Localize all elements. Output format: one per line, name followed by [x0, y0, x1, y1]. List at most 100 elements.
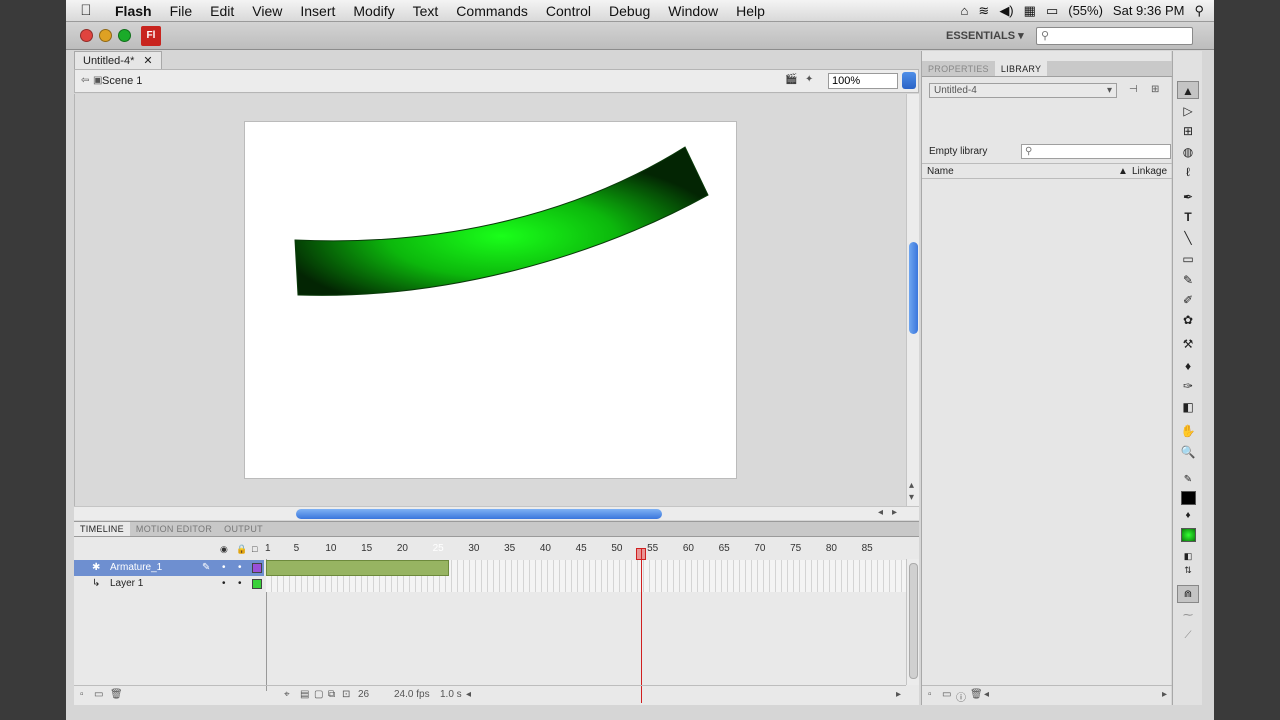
scene-label[interactable]: Scene 1 — [102, 75, 142, 87]
apple-icon[interactable]:  — [66, 2, 106, 19]
swap-colors-icon[interactable]: ⇅ — [1177, 561, 1199, 579]
tab-motion-editor[interactable]: MOTION EDITOR — [130, 522, 218, 536]
bone-tool-icon[interactable]: ⚒ — [1177, 335, 1199, 353]
menu-view[interactable]: View — [243, 3, 291, 19]
pen-tool-icon[interactable]: ✒ — [1177, 188, 1199, 206]
pin-library-icon[interactable]: ⊣ — [1129, 84, 1138, 95]
scroll-left-arrow-icon[interactable]: ◂ — [878, 507, 883, 518]
help-search-input[interactable]: ⚲ — [1036, 27, 1193, 45]
layer-name-layer1[interactable]: Layer 1 — [110, 576, 143, 592]
stage-horizontal-thumb[interactable] — [296, 509, 662, 519]
clock[interactable]: Sat 9:36 PM — [1113, 3, 1185, 18]
spotlight-icon[interactable]: ⚲ — [1194, 3, 1204, 19]
menu-control[interactable]: Control — [537, 3, 600, 19]
edit-scene-icon[interactable]: 🎬 — [785, 74, 797, 85]
menu-help[interactable]: Help — [727, 3, 774, 19]
zoom-tool-icon[interactable]: 🔍 — [1177, 443, 1199, 461]
scroll-left-arrow-icon[interactable]: ◂ — [984, 689, 989, 700]
deco-tool-icon[interactable]: ✿ — [1177, 311, 1199, 329]
timeline-vertical-thumb[interactable] — [909, 563, 918, 679]
battery-icon[interactable]: ▭ — [1046, 3, 1058, 19]
tab-library[interactable]: LIBRARY — [994, 61, 1048, 76]
menu-app-name[interactable]: Flash — [106, 3, 161, 19]
stage[interactable] — [244, 121, 737, 479]
properties-icon[interactable]: ⓘ — [956, 689, 966, 704]
smooth-icon[interactable]: ⁓ — [1177, 607, 1199, 625]
menu-file[interactable]: File — [161, 3, 202, 19]
tab-timeline[interactable]: TIMELINE — [74, 522, 130, 536]
timeline-vertical-scrollbar[interactable] — [906, 559, 919, 685]
new-library-panel-icon[interactable]: ⊞ — [1151, 84, 1159, 95]
tab-output[interactable]: OUTPUT — [218, 522, 269, 536]
visible-dot[interactable]: • — [222, 560, 226, 576]
armature-pose-span[interactable] — [266, 560, 449, 576]
paint-bucket-tool-icon[interactable]: ♦ — [1177, 357, 1199, 375]
visible-dot[interactable]: • — [222, 576, 226, 592]
sort-icon[interactable]: ▲ — [1118, 164, 1128, 179]
menu-edit[interactable]: Edit — [201, 3, 243, 19]
selection-tool-icon[interactable]: ▲ — [1177, 81, 1199, 99]
menu-modify[interactable]: Modify — [344, 3, 403, 19]
menu-window[interactable]: Window — [659, 3, 727, 19]
scroll-right-arrow-icon[interactable]: ▸ — [1162, 689, 1167, 700]
scroll-right-arrow-icon[interactable]: ▸ — [892, 507, 897, 518]
stage-vertical-scrollbar[interactable]: ▴ ▾ — [906, 94, 919, 506]
lock-icon[interactable]: 🔒 — [236, 544, 247, 555]
zoom-window-button[interactable] — [118, 29, 131, 42]
stage-horizontal-scrollbar[interactable]: ◂ ▸ — [74, 506, 919, 520]
menu-text[interactable]: Text — [404, 3, 448, 19]
tab-properties[interactable]: PROPERTIES — [922, 61, 995, 76]
onion-skin-icon[interactable]: ▤ — [300, 689, 309, 700]
playhead[interactable] — [641, 548, 642, 703]
home-icon[interactable]: ⌂ — [961, 3, 969, 18]
show-hide-icon[interactable]: ◉ — [220, 544, 228, 555]
outline-icon[interactable]: □ — [252, 544, 257, 554]
stage-vertical-thumb[interactable] — [909, 242, 918, 334]
minimize-window-button[interactable] — [99, 29, 112, 42]
frame-rate[interactable]: 24.0 fps — [394, 689, 430, 700]
menu-commands[interactable]: Commands — [447, 3, 537, 19]
new-folder-icon[interactable]: ▭ — [94, 689, 103, 700]
onion-markers-icon[interactable]: ⊡ — [342, 689, 350, 700]
lock-dot[interactable]: • — [238, 576, 242, 592]
pencil-tool-icon[interactable]: ✎ — [1177, 271, 1199, 289]
wifi-icon[interactable]: ≋ — [978, 3, 989, 19]
eraser-tool-icon[interactable]: ◧ — [1177, 398, 1199, 416]
eyedropper-tool-icon[interactable]: ✑ — [1177, 377, 1199, 395]
scroll-up-arrow-icon[interactable]: ▴ — [909, 480, 914, 491]
lock-dot[interactable]: • — [238, 560, 242, 576]
rectangle-tool-icon[interactable]: ▭ — [1177, 250, 1199, 268]
new-layer-icon[interactable]: ▫ — [80, 689, 84, 700]
subselection-tool-icon[interactable]: ▷ — [1177, 102, 1199, 120]
volume-icon[interactable]: ◀) — [999, 3, 1013, 19]
free-transform-tool-icon[interactable]: ⊞ — [1177, 122, 1199, 140]
scroll-right-arrow-icon[interactable]: ▸ — [896, 689, 901, 700]
lasso-tool-icon[interactable]: ℓ — [1177, 163, 1199, 181]
text-tool-icon[interactable]: T — [1177, 208, 1199, 226]
layer-row-armature[interactable]: ✱ Armature_1 ✎ • • — [74, 560, 264, 576]
zoom-dropdown-button[interactable] — [902, 72, 916, 89]
library-document-select[interactable]: Untitled-4 ▾ — [929, 83, 1117, 98]
frames-grid[interactable] — [266, 548, 906, 703]
document-tab[interactable]: Untitled-4* ✕ — [74, 51, 162, 69]
3d-rotation-tool-icon[interactable]: ◍ — [1177, 143, 1199, 161]
scroll-left-arrow-icon[interactable]: ◂ — [466, 689, 471, 700]
trash-icon[interactable]: 🗑 — [110, 689, 123, 700]
bone-shape[interactable] — [245, 122, 738, 480]
scroll-down-arrow-icon[interactable]: ▾ — [909, 492, 914, 503]
straighten-icon[interactable]: ⟋ — [1177, 627, 1199, 645]
column-name[interactable]: Name — [927, 164, 954, 179]
line-tool-icon[interactable]: ╲ — [1177, 229, 1199, 247]
workspace-switcher[interactable]: ESSENTIALS ▾ — [946, 29, 1024, 42]
column-linkage[interactable]: Linkage — [1132, 164, 1167, 179]
new-folder-icon[interactable]: ▭ — [942, 689, 951, 700]
layer-color-layer1[interactable] — [252, 579, 262, 589]
trash-icon[interactable]: 🗑 — [970, 689, 983, 700]
close-window-button[interactable] — [80, 29, 93, 42]
frame-ruler[interactable]: 1 5 10 15 20 25 30 35 40 45 50 55 60 65 70 75 80 85 — [265, 537, 906, 559]
snap-to-objects-icon[interactable]: ⋒ — [1177, 585, 1199, 603]
zoom-input[interactable]: 100% — [828, 73, 898, 89]
menu-insert[interactable]: Insert — [291, 3, 344, 19]
center-frame-icon[interactable]: ⌖ — [284, 689, 290, 700]
onion-outline-icon[interactable]: ▢ — [314, 689, 323, 700]
